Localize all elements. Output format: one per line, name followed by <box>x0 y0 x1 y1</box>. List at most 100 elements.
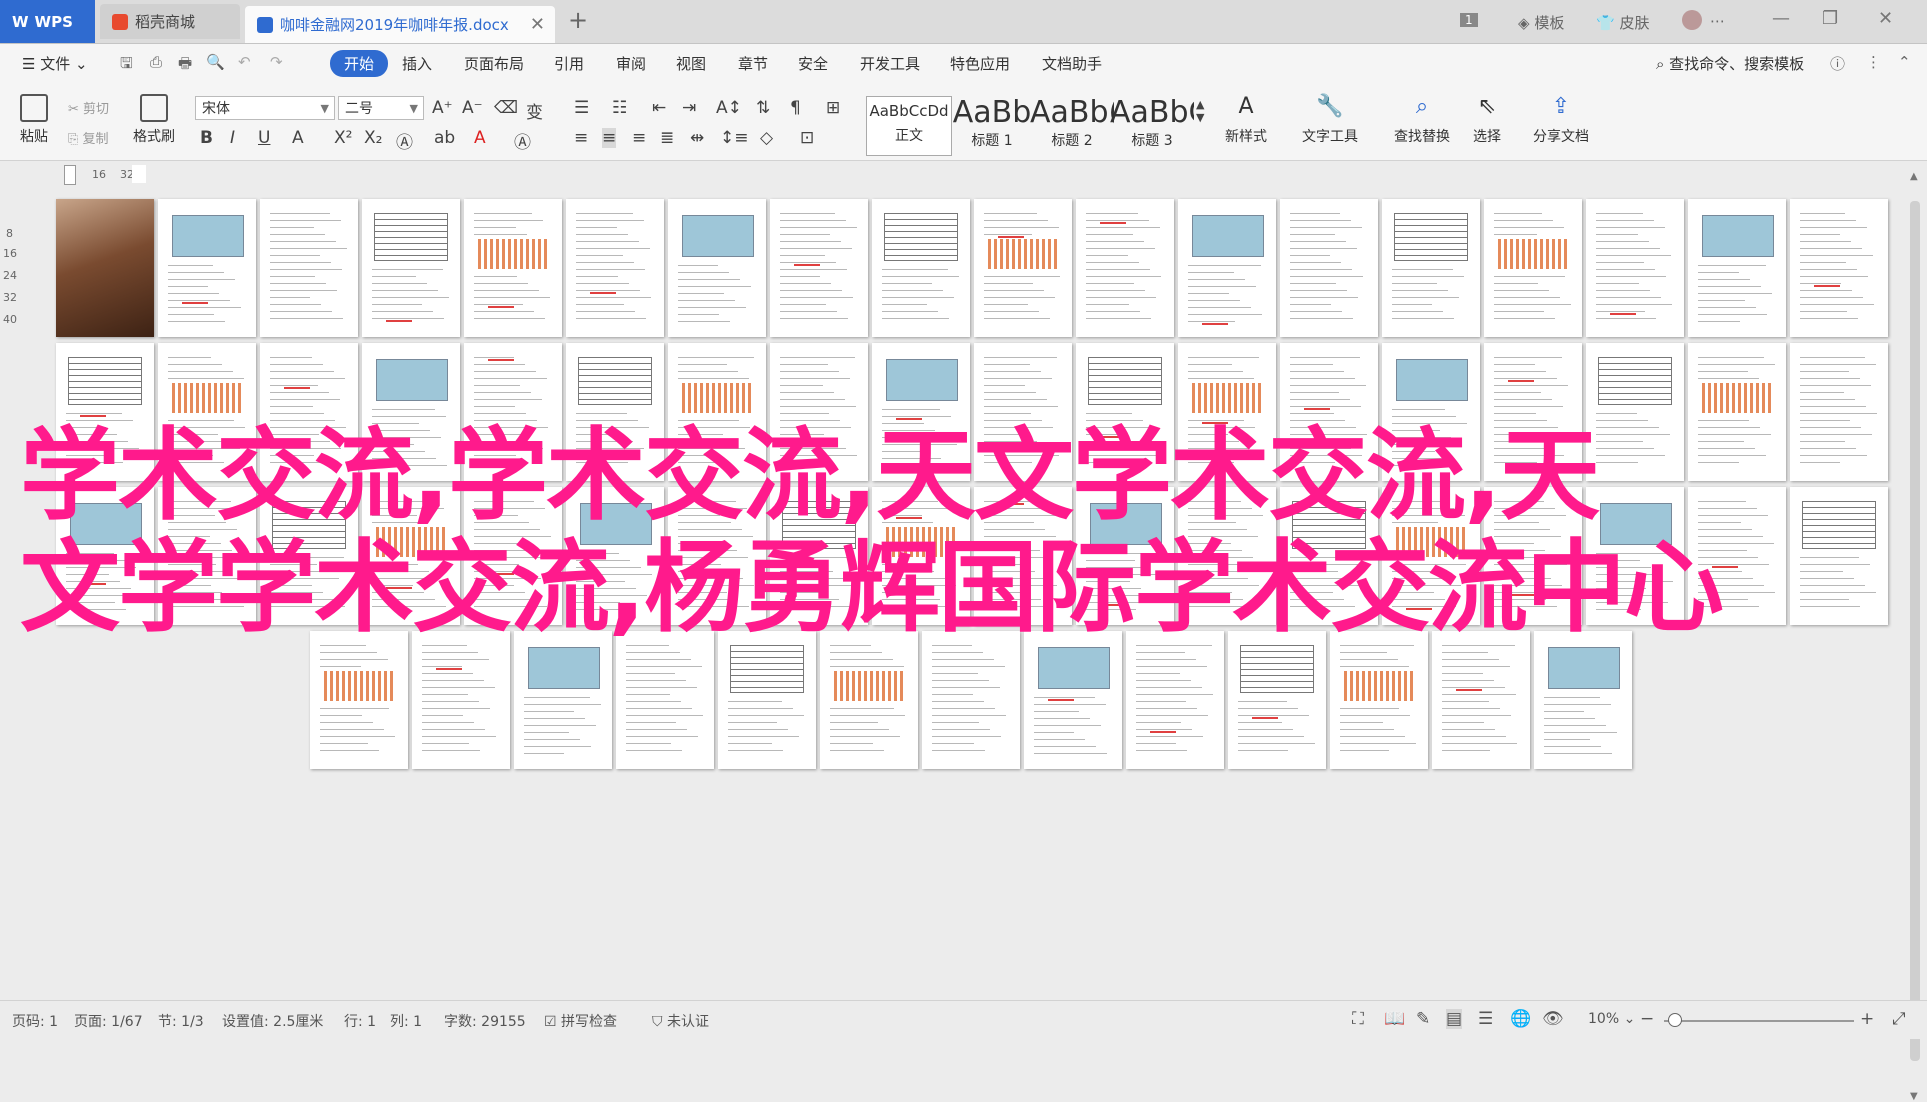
text-effect-icon[interactable]: Ⓐ <box>396 128 413 153</box>
undo-icon[interactable]: ↶ <box>238 53 251 71</box>
align-center-icon[interactable]: ≡ <box>602 128 617 148</box>
page-thumbnail[interactable] <box>770 343 868 481</box>
page-thumbnail[interactable] <box>362 199 460 337</box>
vertical-ruler[interactable]: 8 16 24 32 40 <box>0 187 24 1000</box>
page-thumbnail[interactable] <box>566 343 664 481</box>
page-thumbnail[interactable] <box>1586 343 1684 481</box>
tab-references[interactable]: 引用 <box>554 53 584 74</box>
page-thumbnail[interactable] <box>820 631 918 769</box>
page-thumbnail[interactable] <box>1178 487 1276 625</box>
tab-page-layout[interactable]: 页面布局 <box>464 53 524 74</box>
font-color-icon[interactable]: A <box>474 128 486 148</box>
shrink-font-icon[interactable]: A⁻ <box>462 98 483 118</box>
outline-view-icon[interactable]: ☰ <box>1478 1009 1493 1029</box>
eye-protect-icon[interactable]: 👁 <box>1542 1009 1564 1029</box>
page-thumbnail[interactable] <box>668 199 766 337</box>
copy-button[interactable]: ⎘ 复制 <box>68 128 109 147</box>
preview-icon[interactable]: 🔍 <box>206 53 225 71</box>
page-thumbnail[interactable] <box>1484 487 1582 625</box>
fullscreen-icon[interactable]: ⛶ <box>1352 1009 1364 1029</box>
page-view-icon[interactable]: ▤ <box>1446 1009 1463 1029</box>
tab-review[interactable]: 审阅 <box>616 53 646 74</box>
window-close-icon[interactable]: ✕ <box>1878 8 1893 29</box>
zoom-in-icon[interactable]: + <box>1860 1009 1874 1029</box>
zoom-level[interactable]: 10% ⌄ <box>1588 1011 1635 1027</box>
new-style-button[interactable]: A 新样式 <box>1214 94 1278 146</box>
file-menu[interactable]: ☰ 文件 ⌄ <box>22 53 88 74</box>
status-page[interactable]: 页面: 1/67 <box>74 1011 143 1031</box>
char-shading-icon[interactable]: Ⓐ <box>514 128 531 153</box>
help-icon[interactable]: ⓘ <box>1830 53 1845 74</box>
tab-doc-assistant[interactable]: 文档助手 <box>1042 53 1102 74</box>
tab-chapter[interactable]: 章节 <box>738 53 768 74</box>
page-thumbnail[interactable] <box>1330 631 1428 769</box>
page-thumbnail[interactable] <box>1586 487 1684 625</box>
align-right-icon[interactable]: ≡ <box>632 128 646 148</box>
clear-format-icon[interactable]: ⌫ <box>494 98 518 118</box>
zoom-slider[interactable] <box>1664 1020 1854 1022</box>
font-name-select[interactable]: 宋体 ▼ <box>195 96 335 120</box>
page-thumbnail[interactable] <box>412 631 510 769</box>
page-thumbnail[interactable] <box>1228 631 1326 769</box>
template-button[interactable]: ◈ 模板 <box>1518 12 1564 33</box>
minimize-icon[interactable]: — <box>1772 8 1790 29</box>
document-tab[interactable]: 咖啡金融网2019年咖啡年报.docx ✕ <box>245 6 555 43</box>
command-search[interactable]: ⌕ 查找命令、搜索模板 <box>1656 53 1804 74</box>
page-thumbnail[interactable] <box>158 199 256 337</box>
collapse-ribbon-icon[interactable]: ⌃ <box>1898 53 1911 71</box>
page-thumbnail[interactable] <box>362 487 460 625</box>
page-thumbnail[interactable] <box>668 487 766 625</box>
distribute-icon[interactable]: ⇹ <box>690 128 704 148</box>
fit-page-icon[interactable]: ⤢ <box>1892 1009 1906 1029</box>
page-thumbnail[interactable] <box>1484 199 1582 337</box>
numbered-list-icon[interactable]: ☷ <box>612 98 627 118</box>
redo-icon[interactable]: ↷ <box>270 53 283 71</box>
page-thumbnail[interactable] <box>1790 487 1888 625</box>
page-thumbnail[interactable] <box>872 199 970 337</box>
page-thumbnail[interactable] <box>1790 343 1888 481</box>
underline-icon[interactable]: U <box>258 128 270 148</box>
tab-developer[interactable]: 开发工具 <box>860 53 920 74</box>
tab-home[interactable]: 开始 <box>330 50 389 77</box>
page-thumbnail[interactable] <box>770 199 868 337</box>
decrease-indent-icon[interactable]: ⇤ <box>652 98 666 118</box>
page-thumbnail[interactable] <box>1024 631 1122 769</box>
horizontal-ruler[interactable]: 16 32 <box>0 161 1927 187</box>
justify-icon[interactable]: ≣ <box>660 128 674 148</box>
page-thumbnail[interactable] <box>974 199 1072 337</box>
cut-button[interactable]: ✂ 剪切 <box>68 98 109 117</box>
page-thumbnail[interactable] <box>1382 199 1480 337</box>
edit-mode-icon[interactable]: ✎ <box>1416 1009 1430 1029</box>
scroll-down-icon[interactable]: ▼ <box>1910 1091 1918 1102</box>
page-thumbnail[interactable] <box>616 631 714 769</box>
page-thumbnail[interactable] <box>1076 199 1174 337</box>
skin-button[interactable]: 👕 皮肤 <box>1596 12 1649 33</box>
close-tab-icon[interactable]: ✕ <box>530 14 545 35</box>
page-thumbnail[interactable] <box>1280 199 1378 337</box>
page-thumbnail[interactable] <box>1076 487 1174 625</box>
bullet-list-icon[interactable]: ☰ <box>574 98 589 118</box>
page-thumbnail[interactable] <box>464 487 562 625</box>
zoom-out-icon[interactable]: − <box>1640 1009 1654 1029</box>
page-thumbnail[interactable] <box>464 199 562 337</box>
line-spacing-icon[interactable]: ↕≡ <box>720 128 749 148</box>
page-thumbnail[interactable] <box>974 487 1072 625</box>
page-thumbnail[interactable] <box>1432 631 1530 769</box>
document-canvas[interactable] <box>24 187 1904 1000</box>
page-thumbnail[interactable] <box>872 343 970 481</box>
page-thumbnail[interactable] <box>718 631 816 769</box>
text-direction-icon[interactable]: A↕ <box>716 98 742 118</box>
pinyin-icon[interactable]: 变 <box>526 98 543 123</box>
page-thumbnail[interactable] <box>974 343 1072 481</box>
style-heading-1[interactable]: AaBb 标题 1 <box>950 96 1034 154</box>
page-thumbnail[interactable] <box>56 487 154 625</box>
style-heading-3[interactable]: AaBbC 标题 3 <box>1110 96 1194 154</box>
tab-security[interactable]: 安全 <box>798 53 828 74</box>
status-word-count[interactable]: 字数: 29155 <box>444 1011 526 1031</box>
certify-button[interactable]: ⛉ 未认证 <box>652 1011 709 1031</box>
show-marks-icon[interactable]: ¶ <box>790 98 801 118</box>
page-thumbnail[interactable] <box>158 487 256 625</box>
bold-icon[interactable]: B <box>200 128 213 148</box>
print-icon[interactable]: 🖶 <box>178 53 192 78</box>
styles-scroll-icon[interactable]: ▲ ▼ <box>1196 98 1204 124</box>
